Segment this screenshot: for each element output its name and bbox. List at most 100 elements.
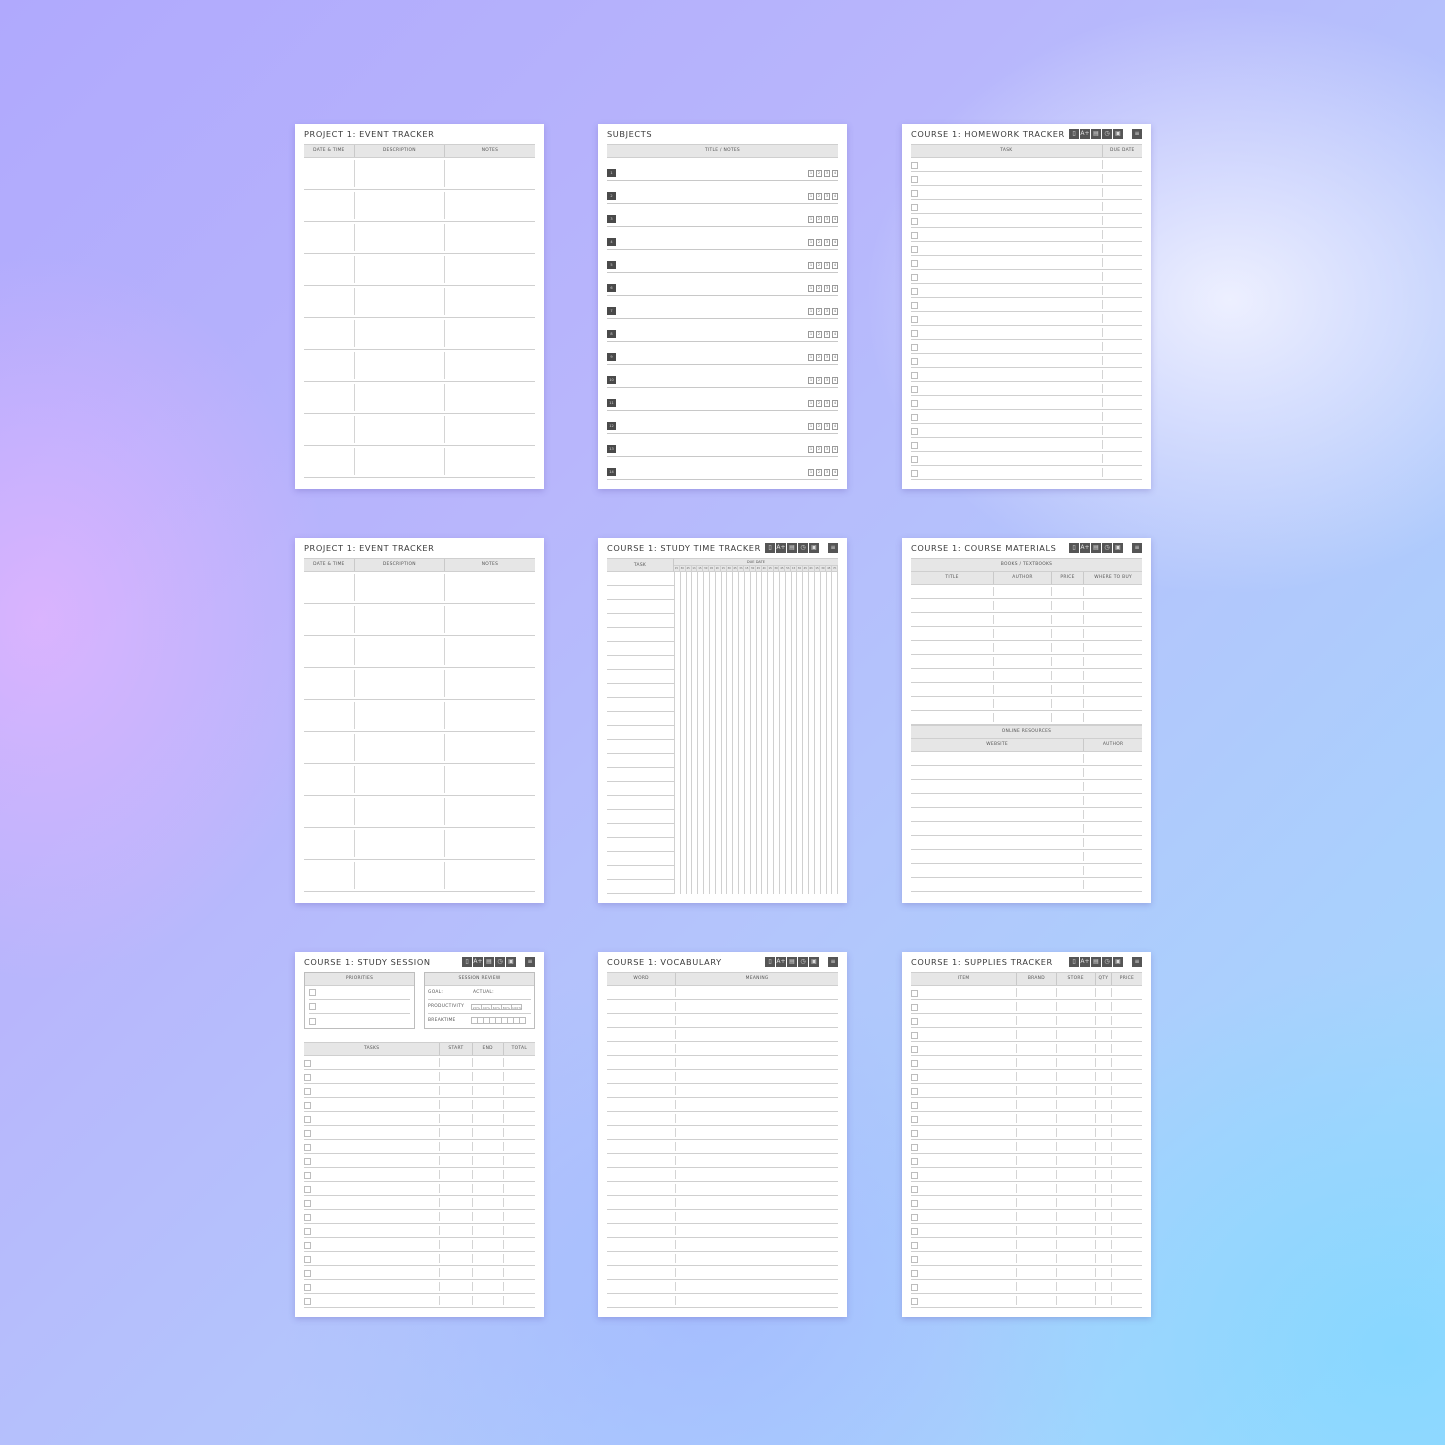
time-slot-cell[interactable] — [832, 628, 839, 642]
table-cell[interactable] — [607, 1072, 677, 1081]
table-cell[interactable] — [1112, 1114, 1142, 1123]
table-cell[interactable] — [1112, 1128, 1142, 1137]
table-cell[interactable] — [1112, 1044, 1142, 1053]
table-cell[interactable] — [445, 862, 535, 889]
page-link-icon[interactable]: 3 — [824, 469, 830, 476]
table-cell[interactable] — [1057, 1156, 1096, 1165]
page-link-icon[interactable]: 3 — [824, 400, 830, 407]
checkbox[interactable] — [304, 1242, 311, 1249]
page-link-icon[interactable]: 4 — [832, 193, 838, 200]
page-link-icon[interactable]: 3 — [824, 331, 830, 338]
table-cell[interactable] — [994, 657, 1052, 666]
table-cell[interactable] — [355, 798, 445, 825]
table-cell[interactable] — [1084, 587, 1142, 596]
table-cell[interactable] — [445, 352, 535, 379]
checkbox[interactable] — [304, 1074, 311, 1081]
table-cell[interactable] — [911, 754, 1085, 763]
book-icon[interactable]: ▯ — [1069, 957, 1079, 967]
table-cell[interactable] — [1057, 1072, 1096, 1081]
table-cell[interactable] — [994, 685, 1052, 694]
table-cell[interactable] — [504, 1226, 535, 1235]
table-cell[interactable] — [504, 1142, 535, 1151]
checkbox[interactable] — [304, 1088, 311, 1095]
table-cell[interactable] — [1103, 314, 1142, 323]
time-slot-cell[interactable] — [832, 670, 839, 684]
table-cell[interactable] — [607, 1156, 677, 1165]
checkbox[interactable] — [911, 274, 918, 281]
table-cell[interactable] — [911, 216, 1103, 225]
table-cell[interactable] — [445, 766, 535, 793]
table-cell[interactable] — [1017, 1184, 1057, 1193]
subject-row[interactable]: 6 1234 — [607, 273, 838, 296]
table-cell[interactable] — [304, 766, 355, 793]
table-cell[interactable] — [445, 192, 535, 219]
table-cell[interactable] — [440, 1100, 473, 1109]
table-cell[interactable] — [1057, 988, 1096, 997]
checkbox[interactable] — [911, 1256, 918, 1263]
table-cell[interactable] — [445, 416, 535, 443]
grades-icon[interactable]: A+ — [1080, 543, 1090, 553]
table-cell[interactable] — [911, 699, 995, 708]
table-cell[interactable] — [911, 468, 1103, 477]
document-icon[interactable]: ▤ — [1091, 543, 1101, 553]
grades-icon[interactable]: A+ — [776, 543, 786, 553]
table-cell[interactable] — [1112, 1030, 1142, 1039]
table-cell[interactable] — [1017, 1240, 1057, 1249]
book-icon[interactable]: ▯ — [1069, 543, 1079, 553]
table-cell[interactable] — [473, 1184, 504, 1193]
document-icon[interactable]: ▤ — [1091, 129, 1101, 139]
table-cell[interactable] — [911, 601, 995, 610]
table-cell[interactable] — [473, 1170, 504, 1179]
table-cell[interactable] — [1084, 810, 1142, 819]
table-cell[interactable] — [304, 1086, 441, 1095]
table-cell[interactable] — [1084, 866, 1142, 875]
task-cell[interactable] — [607, 684, 674, 698]
table-cell[interactable] — [445, 224, 535, 251]
subject-row[interactable]: 11234 — [607, 158, 838, 181]
table-cell[interactable] — [355, 416, 445, 443]
table-cell[interactable] — [355, 256, 445, 283]
checkbox[interactable] — [304, 1172, 311, 1179]
table-cell[interactable] — [355, 352, 445, 379]
page-link-icon[interactable]: 2 — [816, 262, 822, 269]
table-cell[interactable] — [1112, 1198, 1142, 1207]
table-cell[interactable] — [911, 1170, 1018, 1179]
table-cell[interactable] — [1112, 1296, 1142, 1305]
photo-icon[interactable]: ▣ — [809, 957, 819, 967]
table-cell[interactable] — [355, 160, 445, 187]
table-cell[interactable] — [304, 1282, 441, 1291]
table-cell[interactable] — [304, 256, 355, 283]
checkbox[interactable] — [304, 1200, 311, 1207]
table-cell[interactable] — [1084, 699, 1142, 708]
checkbox[interactable] — [911, 1242, 918, 1249]
table-cell[interactable] — [355, 606, 445, 633]
table-cell[interactable] — [1084, 782, 1142, 791]
table-cell[interactable] — [445, 256, 535, 283]
table-cell[interactable] — [440, 1282, 473, 1291]
checkbox[interactable] — [309, 989, 316, 996]
table-cell[interactable] — [440, 1198, 473, 1207]
table-cell[interactable] — [1096, 1296, 1112, 1305]
table-cell[interactable] — [304, 1212, 441, 1221]
table-cell[interactable] — [473, 1254, 504, 1263]
time-slot-cell[interactable] — [832, 880, 839, 894]
table-cell[interactable] — [1017, 988, 1057, 997]
table-cell[interactable] — [304, 1072, 441, 1081]
table-cell[interactable] — [355, 830, 445, 857]
table-cell[interactable] — [1096, 1058, 1112, 1067]
checkbox[interactable] — [911, 456, 918, 463]
grades-icon[interactable]: A+ — [1080, 129, 1090, 139]
table-cell[interactable] — [1017, 1072, 1057, 1081]
document-icon[interactable]: ▤ — [787, 957, 797, 967]
table-cell[interactable] — [440, 1240, 473, 1249]
checkbox[interactable] — [911, 1214, 918, 1221]
table-cell[interactable] — [1057, 1100, 1096, 1109]
table-cell[interactable] — [504, 1254, 535, 1263]
checkbox[interactable] — [911, 400, 918, 407]
table-cell[interactable] — [1052, 685, 1085, 694]
checkbox[interactable] — [304, 1284, 311, 1291]
breaktime-box[interactable] — [519, 1017, 526, 1024]
table-cell[interactable] — [445, 638, 535, 665]
table-cell[interactable] — [355, 448, 445, 475]
table-cell[interactable] — [304, 1198, 441, 1207]
